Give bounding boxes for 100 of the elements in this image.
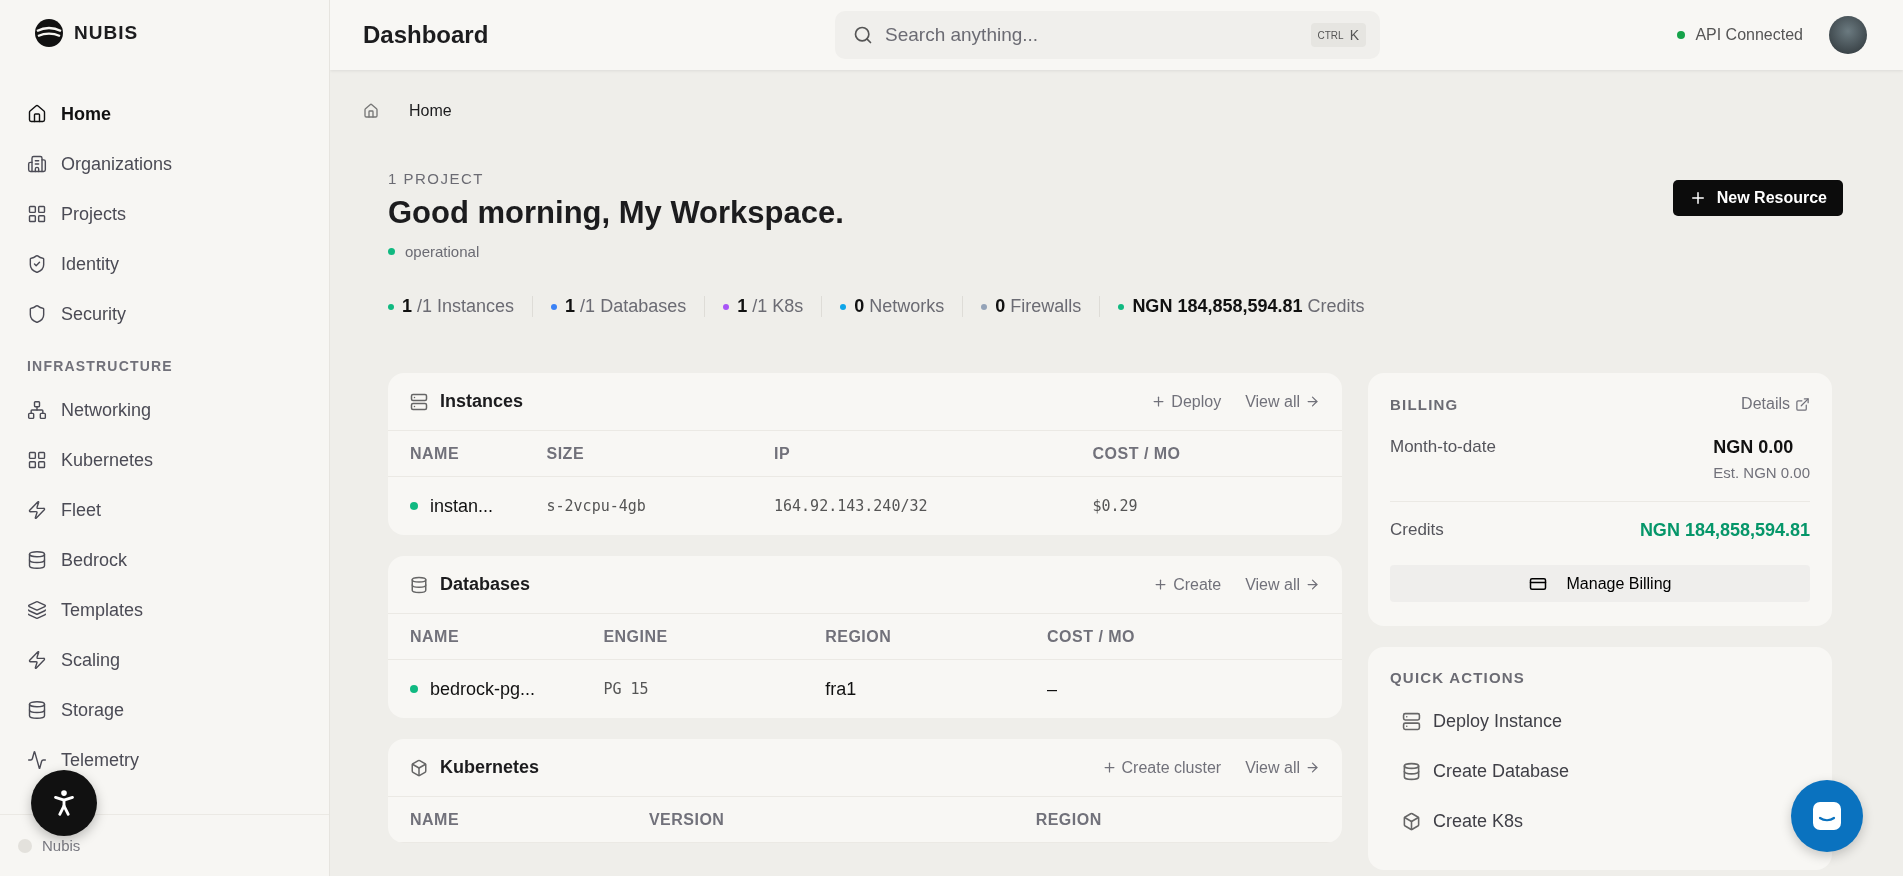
plus-icon xyxy=(1151,394,1167,409)
home-icon[interactable] xyxy=(363,103,379,119)
column-header: NAME xyxy=(410,627,460,645)
arrow-right-icon xyxy=(1305,577,1320,592)
column-header: REGION xyxy=(825,627,892,645)
new-resource-button[interactable]: New Resource xyxy=(1672,180,1843,216)
table-cell-text: $0.29 xyxy=(1092,497,1139,515)
view-all-link[interactable]: View all xyxy=(1245,392,1320,411)
table-cell-text: PG 15 xyxy=(603,680,650,698)
pulse-icon xyxy=(27,750,47,770)
sidebar-item[interactable]: Scaling xyxy=(18,636,311,684)
home-icon xyxy=(27,104,47,124)
sidebar-item[interactable]: Identity xyxy=(18,240,311,288)
column-header: ENGINE xyxy=(603,627,668,645)
sidebar-item[interactable]: Home xyxy=(18,90,311,138)
greeting: Good morning, My Workspace. xyxy=(388,195,844,231)
stat-text: NGN 184,858,594.81 Credits xyxy=(1132,296,1365,317)
shield-icon xyxy=(27,304,47,324)
table-cell-text: – xyxy=(1047,678,1058,700)
sidebar-item[interactable]: Security xyxy=(18,290,311,338)
column-header: REGION xyxy=(1035,810,1102,828)
card-title: QUICK ACTIONS xyxy=(1390,669,1527,686)
sidebar-item[interactable]: Projects xyxy=(18,190,311,238)
search-icon xyxy=(853,25,873,45)
quick-action[interactable]: Create Database xyxy=(1390,746,1570,796)
server-icon xyxy=(1402,711,1421,731)
column-header: VERSION xyxy=(648,810,725,828)
building-icon xyxy=(27,154,47,174)
lightning-icon xyxy=(27,650,47,670)
panel-title: Databases xyxy=(440,574,532,595)
panel-title: Instances xyxy=(440,391,525,412)
stat-text: 0 Firewalls xyxy=(995,296,1082,317)
arrow-right-icon xyxy=(1305,394,1320,409)
layers-icon xyxy=(27,600,47,620)
database-icon xyxy=(1402,761,1421,781)
chat-button[interactable] xyxy=(1791,780,1863,852)
page-title: Dashboard xyxy=(363,21,490,49)
logo-icon xyxy=(34,18,64,48)
view-all-link[interactable]: View all xyxy=(1245,575,1320,594)
database-icon xyxy=(27,550,47,570)
column-header: NAME xyxy=(410,810,460,828)
table-cell-text: 164.92.143.240/32 xyxy=(774,497,929,515)
accessibility-button[interactable] xyxy=(31,770,97,836)
stat-text: 1 /1 Databases xyxy=(565,296,687,317)
sidebar-item[interactable]: Telemetry xyxy=(18,736,311,784)
table-cell: instan... xyxy=(430,495,494,517)
chat-icon xyxy=(1810,799,1844,833)
column-header: COST / MO xyxy=(1047,627,1136,645)
shortcut-key: CTRL K xyxy=(1310,23,1366,47)
action-link[interactable]: Create cluster xyxy=(1101,758,1222,777)
billing-label: Credits xyxy=(1390,520,1444,540)
quick-action[interactable]: Create K8s xyxy=(1390,796,1524,846)
stat-text: 1 /1 Instances xyxy=(402,296,515,317)
manage-billing-button[interactable]: Manage Billing xyxy=(1390,565,1810,602)
api-status: API Connected xyxy=(1695,26,1803,44)
external-link-icon xyxy=(1795,396,1810,412)
status-text: operational xyxy=(405,243,480,260)
sidebar-item[interactable]: Networking xyxy=(18,386,311,434)
quick-action[interactable]: Deploy Instance xyxy=(1390,696,1563,746)
column-header: SIZE xyxy=(546,444,585,462)
details-link[interactable]: Details xyxy=(1741,395,1810,413)
sidebar-item[interactable]: Fleet xyxy=(18,486,311,534)
cube-icon xyxy=(1402,811,1421,831)
sidebar-item[interactable]: Kubernetes xyxy=(18,436,311,484)
sidebar-item[interactable]: Organizations xyxy=(18,140,311,188)
billing-value: NGN 0.00 xyxy=(1713,437,1794,457)
section-label: INFRASTRUCTURE xyxy=(26,357,174,376)
table-cell-text: fra1 xyxy=(825,678,858,700)
estimate-text: Est. NGN 0.00 xyxy=(1713,464,1810,481)
card-title: BILLING xyxy=(1390,395,1459,413)
grid-icon xyxy=(27,450,47,470)
action-link[interactable]: Create xyxy=(1153,575,1222,594)
view-all-link[interactable]: View all xyxy=(1245,758,1320,777)
avatar-icon[interactable] xyxy=(1829,16,1867,54)
plus-icon xyxy=(1101,760,1117,775)
brand-name: NUBIS xyxy=(74,22,139,44)
lightning-icon xyxy=(27,500,47,520)
credits-value: NGN 184,858,594.81 xyxy=(1639,520,1810,541)
column-header: IP xyxy=(774,444,791,462)
table-cell: bedrock-pg... xyxy=(430,678,536,700)
panel-title: Kubernetes xyxy=(440,757,541,778)
table-cell-text: s-2vcpu-4gb xyxy=(546,497,647,515)
action-link[interactable]: Deploy xyxy=(1151,392,1222,411)
column-header: NAME xyxy=(410,444,460,462)
sidebar-item[interactable]: Templates xyxy=(18,586,311,634)
sidebar-item[interactable]: Bedrock xyxy=(18,536,311,584)
project-count: 1 PROJECT xyxy=(388,170,485,187)
grid-icon xyxy=(27,204,47,224)
plus-icon xyxy=(1153,577,1169,592)
stat-text: 1 /1 K8s xyxy=(737,296,804,317)
sidebar-item[interactable]: Storage xyxy=(18,686,311,734)
database-icon xyxy=(27,700,47,720)
breadcrumb-item[interactable]: Home xyxy=(409,102,452,120)
stat-text: 0 Networks xyxy=(854,296,945,317)
shield-check-icon xyxy=(27,254,47,274)
network-icon xyxy=(27,400,47,420)
workspace-name: Nubis xyxy=(42,837,81,854)
column-header: COST / MO xyxy=(1092,444,1181,462)
arrow-right-icon xyxy=(1305,760,1320,775)
billing-label: Month-to-date xyxy=(1390,437,1496,457)
